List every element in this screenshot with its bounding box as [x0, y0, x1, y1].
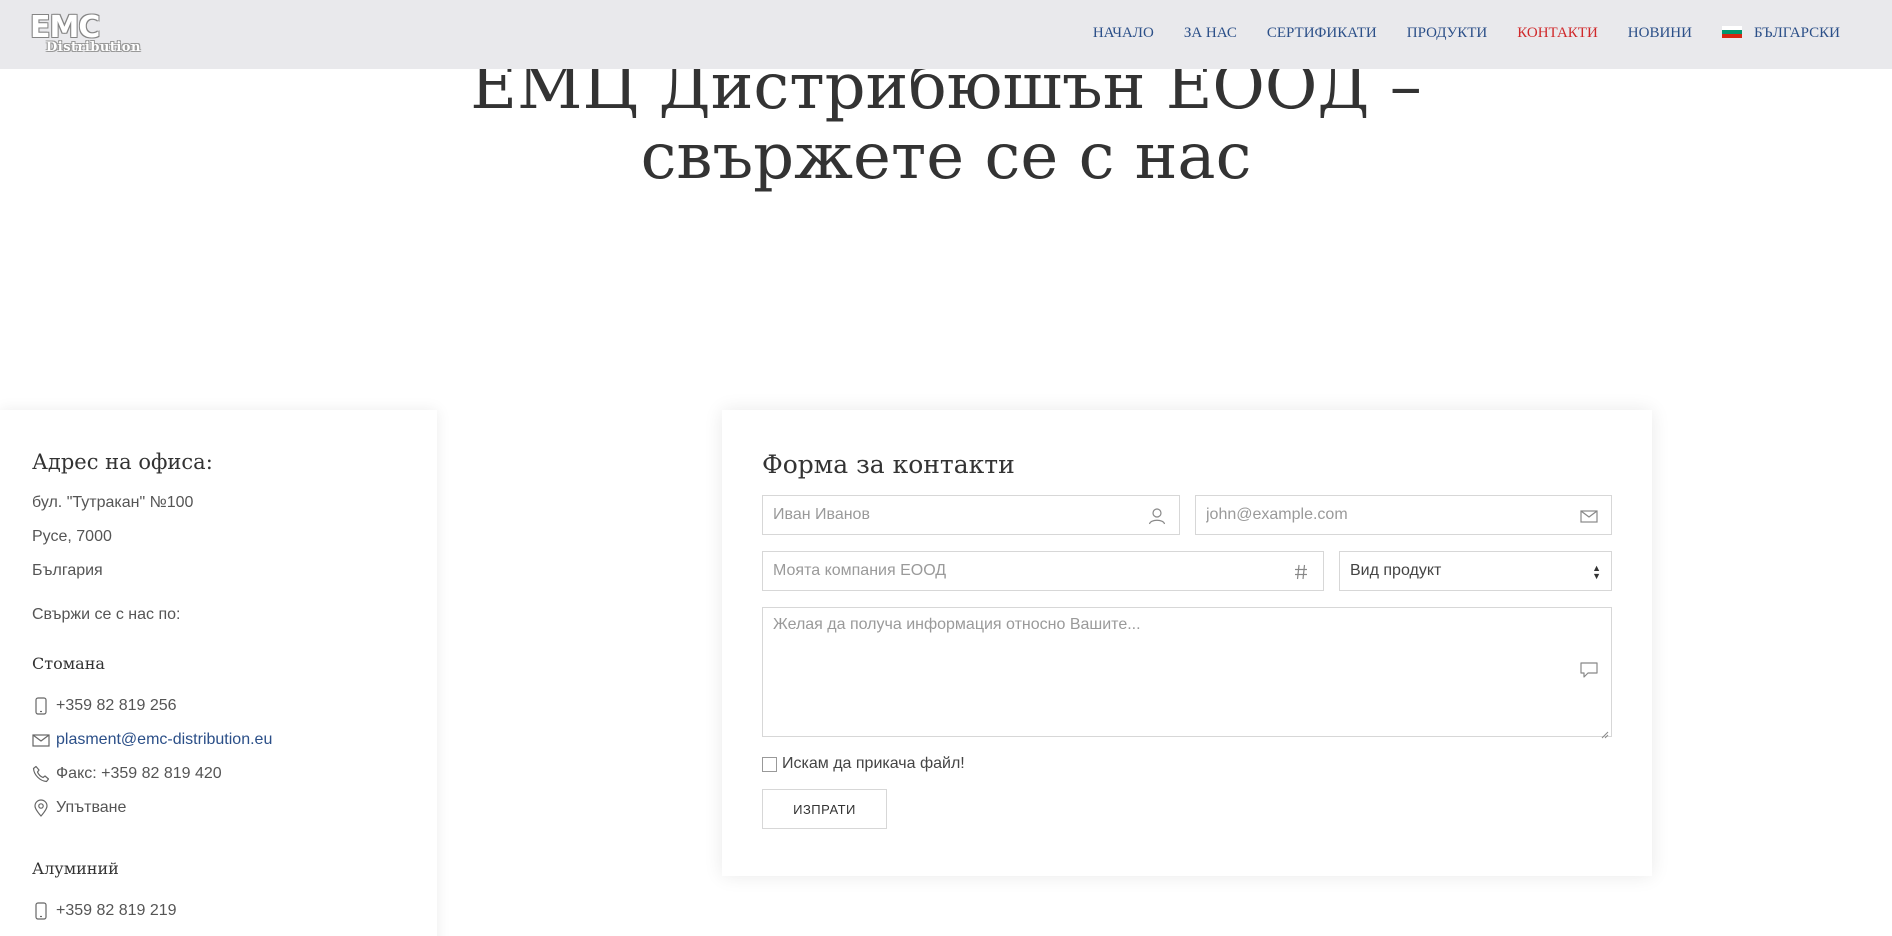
- contact-by-label: Свържи се с нас по:: [32, 606, 181, 623]
- select-arrows-icon: ▲ ▼: [1592, 563, 1601, 581]
- nav-contacts[interactable]: КОНТАКТИ: [1517, 25, 1598, 42]
- attach-file-row: Искам да прикача файл!: [762, 755, 1612, 773]
- aluminium-phone-row[interactable]: +359 82 819 219: [32, 894, 405, 928]
- nav-about[interactable]: ЗА НАС: [1184, 25, 1237, 42]
- steel-phone-row[interactable]: +359 82 819 256: [32, 689, 405, 723]
- steel-fax: Факс: +359 82 819 420: [56, 765, 222, 782]
- steel-email-row[interactable]: plasment@emc-distribution.eu: [32, 723, 405, 757]
- aluminium-section-title: Алуминий: [32, 859, 119, 878]
- attach-file-label[interactable]: Искам да прикача файл!: [782, 755, 965, 773]
- office-heading: Адрес на офиса:: [32, 450, 213, 474]
- envelope-icon: [32, 730, 50, 750]
- address-city: Русе, 7000: [32, 528, 112, 545]
- address-country: България: [32, 562, 103, 579]
- hashtag-icon: [1291, 562, 1311, 582]
- product-type-select[interactable]: Вид продукт ▲ ▼: [1339, 551, 1612, 591]
- page-title: ЕМЦ Дистрибюшън ЕООД – свържете се с нас: [0, 52, 1892, 192]
- form-row-1: [762, 495, 1612, 535]
- nav-home[interactable]: НАЧАЛО: [1093, 25, 1154, 42]
- address-street: бул. "Тутракан" №100: [32, 494, 194, 511]
- aluminium-phone: +359 82 819 219: [56, 902, 177, 919]
- contact-form-card: Форма за контакти Вид продукт ▲▼: [722, 410, 1652, 876]
- email-input[interactable]: [1196, 496, 1611, 534]
- attach-file-checkbox[interactable]: [762, 756, 777, 772]
- name-input[interactable]: [763, 496, 1179, 534]
- logo[interactable]: EMC Distribution: [30, 10, 140, 56]
- map-pin-icon: [32, 798, 50, 818]
- bulgaria-flag-icon: [1721, 26, 1742, 38]
- product-type-value: Вид продукт: [1350, 562, 1442, 579]
- page-title-line2: свържете се с нас: [640, 120, 1252, 194]
- office-address-card: Адрес на офиса: бул. "Тутракан" №100 Рус…: [0, 410, 437, 936]
- message-textarea[interactable]: [763, 608, 1611, 736]
- nav-products[interactable]: ПРОДУКТИ: [1407, 25, 1487, 42]
- logo-sub-text: Distribution: [46, 40, 141, 55]
- main-nav: НАЧАЛО ЗА НАС СЕРТИФИКАТИ ПРОДУКТИ КОНТА…: [1063, 25, 1840, 42]
- form-heading: Форма за контакти: [762, 450, 1015, 479]
- envelope-icon: [1579, 506, 1599, 526]
- language-switcher[interactable]: БЪЛГАРСКИ: [1721, 25, 1840, 42]
- user-icon: [1147, 506, 1167, 526]
- steel-email-link[interactable]: plasment@emc-distribution.eu: [56, 731, 272, 749]
- submit-button[interactable]: ИЗПРАТИ: [762, 789, 887, 829]
- resize-handle[interactable]: [1601, 726, 1609, 739]
- steel-section-title: Стомана: [32, 654, 105, 673]
- steel-directions-row[interactable]: Упътване: [32, 791, 405, 825]
- steel-fax-row: Факс: +359 82 819 420: [32, 757, 405, 791]
- mobile-icon: [32, 901, 50, 921]
- comment-icon: [1579, 660, 1599, 680]
- company-input[interactable]: [763, 552, 1323, 590]
- mobile-icon: [32, 696, 50, 716]
- directions-link[interactable]: Упътване: [56, 799, 126, 817]
- name-field: [762, 495, 1180, 535]
- nav-certificates[interactable]: СЕРТИФИКАТИ: [1267, 25, 1377, 42]
- steel-phone: +359 82 819 256: [56, 697, 177, 714]
- message-field: [762, 607, 1612, 739]
- language-label: БЪЛГАРСКИ: [1753, 25, 1840, 41]
- hero-section: ЕМЦ Дистрибюшън ЕООД – свържете се с нас: [0, 52, 1892, 192]
- phone-icon: [32, 764, 50, 784]
- company-field: [762, 551, 1324, 591]
- email-field: [1195, 495, 1612, 535]
- nav-news[interactable]: НОВИНИ: [1628, 25, 1692, 42]
- site-header: EMC Distribution НАЧАЛО ЗА НАС СЕРТИФИКА…: [0, 0, 1892, 69]
- form-row-2: Вид продукт ▲▼: [762, 551, 1612, 591]
